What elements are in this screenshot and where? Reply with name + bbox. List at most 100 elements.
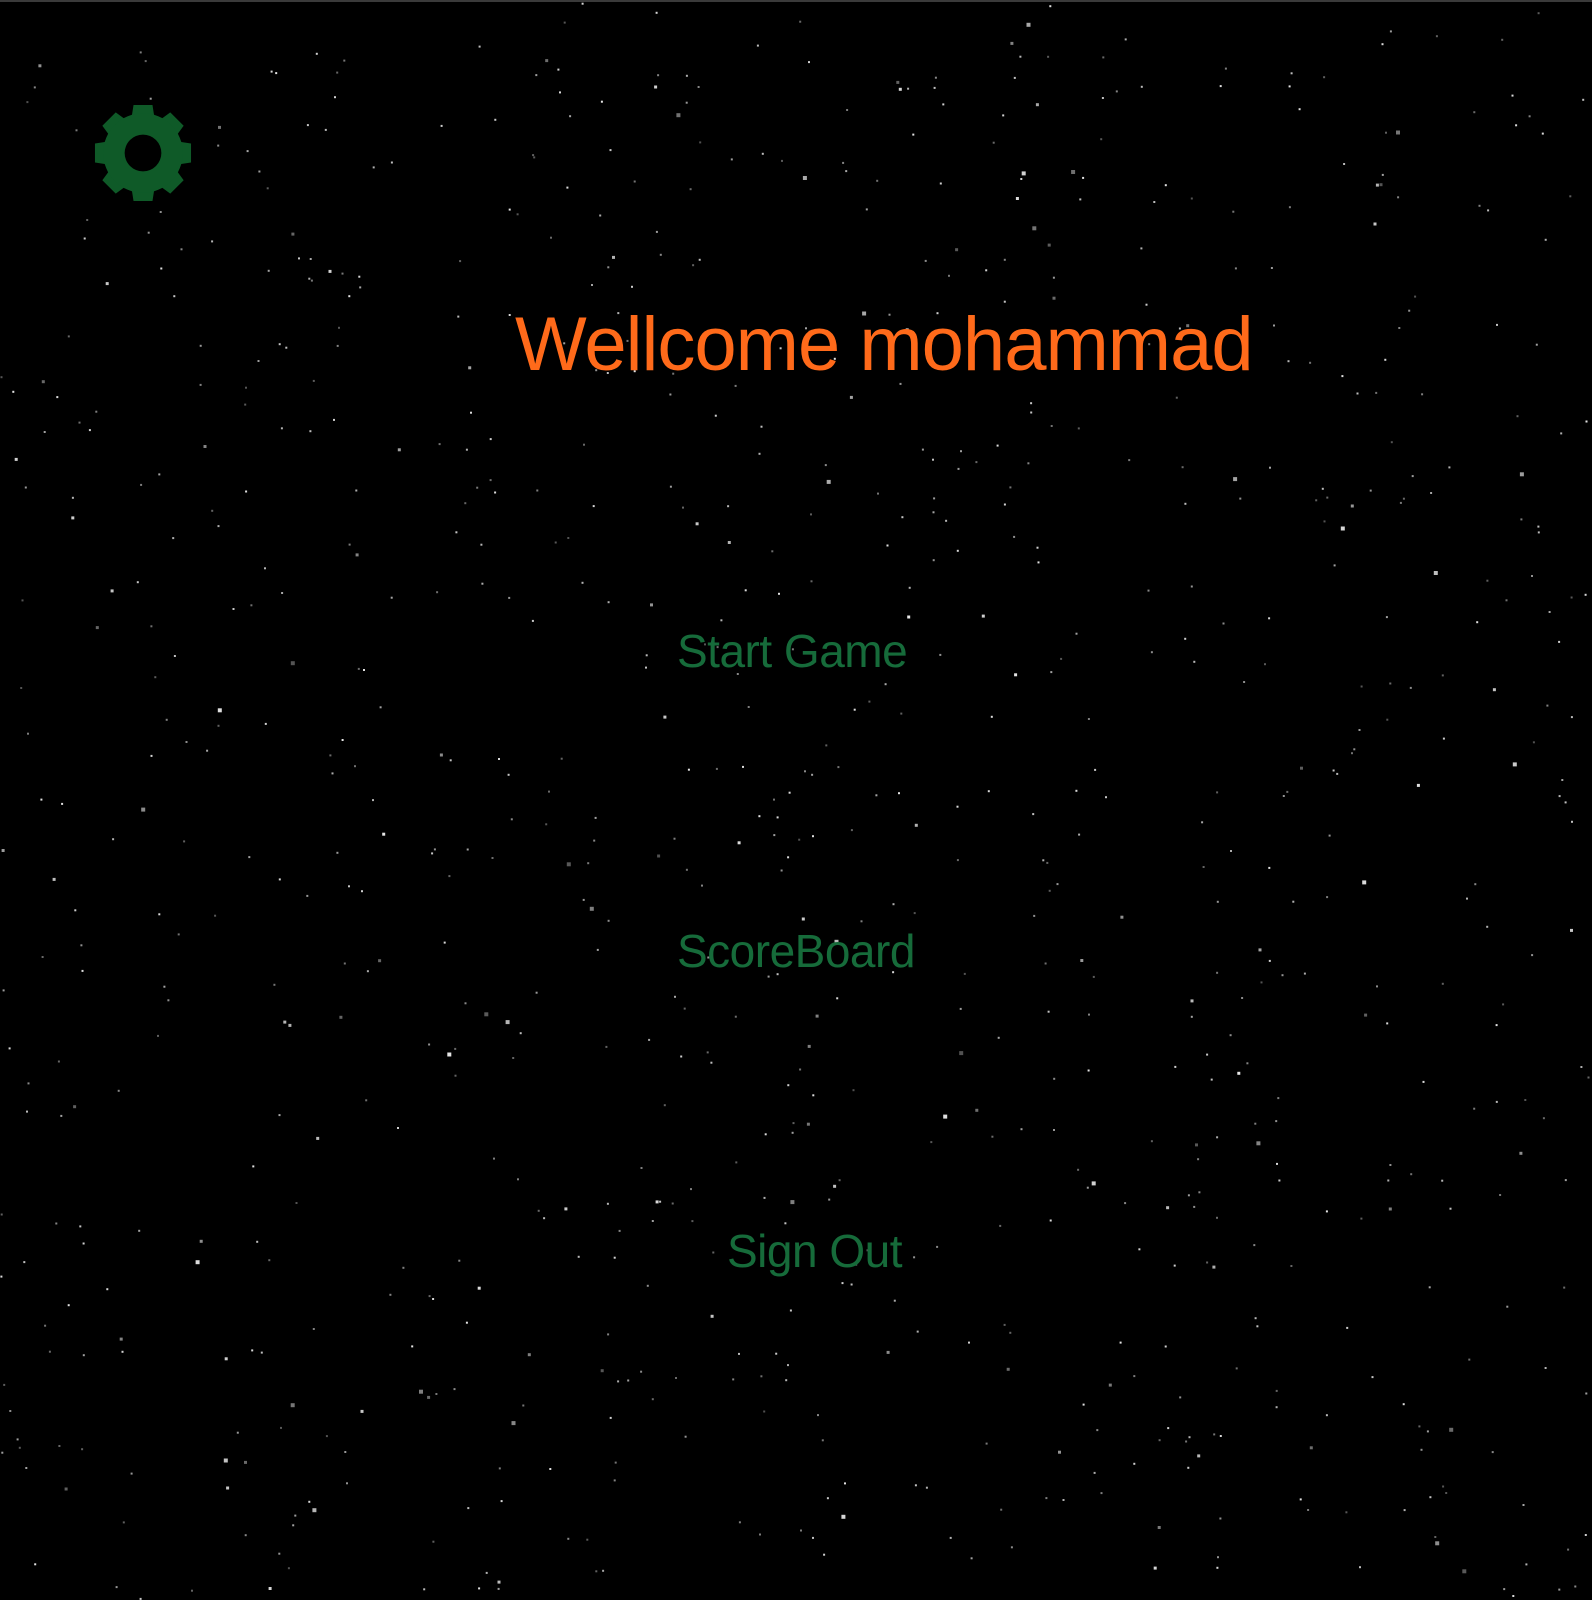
- star: [257, 360, 260, 362]
- star: [211, 240, 214, 243]
- star: [683, 1007, 686, 1010]
- star: [744, 589, 747, 592]
- star: [1309, 361, 1312, 364]
- star: [334, 96, 336, 99]
- star: [787, 856, 790, 859]
- star: [34, 1563, 37, 1566]
- star: [943, 1114, 948, 1119]
- star: [433, 848, 436, 851]
- star: [1512, 762, 1517, 767]
- star: [1094, 768, 1097, 771]
- star: [1561, 779, 1564, 781]
- star: [1360, 1217, 1363, 1220]
- star: [826, 1497, 829, 1500]
- star: [1351, 752, 1353, 755]
- star: [1582, 98, 1585, 101]
- star: [1115, 90, 1118, 93]
- star: [1035, 103, 1039, 107]
- welcome-title: Wellcome mohammad: [515, 302, 1254, 387]
- star: [511, 1421, 516, 1426]
- star: [806, 1122, 810, 1126]
- star: [1569, 195, 1572, 198]
- star: [609, 149, 612, 152]
- scoreboard-button[interactable]: ScoreBoard: [677, 928, 915, 974]
- star: [1190, 585, 1193, 588]
- settings-button[interactable]: [92, 102, 194, 204]
- star: [685, 868, 688, 871]
- star: [185, 741, 188, 743]
- star: [1256, 1141, 1261, 1146]
- star: [654, 85, 658, 89]
- star: [467, 1507, 470, 1510]
- star: [244, 1460, 247, 1464]
- star: [79, 1225, 82, 1228]
- star: [278, 878, 281, 881]
- star: [680, 1055, 683, 1058]
- star: [159, 211, 162, 213]
- star: [596, 948, 599, 951]
- star: [812, 835, 814, 838]
- star: [1268, 617, 1271, 620]
- star: [697, 86, 700, 88]
- star: [1188, 1436, 1191, 1439]
- star: [278, 1552, 281, 1555]
- star: [290, 1403, 295, 1408]
- star: [837, 766, 840, 769]
- start-game-button[interactable]: Start Game: [677, 628, 908, 674]
- star: [291, 232, 295, 236]
- star: [1474, 883, 1477, 886]
- star: [1299, 1498, 1302, 1501]
- star: [1525, 1563, 1528, 1566]
- star: [73, 1105, 77, 1109]
- sign-out-button[interactable]: Sign Out: [727, 1228, 903, 1274]
- star: [1402, 1403, 1405, 1406]
- star: [1246, 1062, 1249, 1065]
- star: [112, 838, 115, 841]
- star: [659, 1200, 662, 1203]
- star: [82, 1354, 85, 1357]
- star: [1325, 1210, 1328, 1213]
- star: [781, 159, 783, 162]
- star: [1506, 1305, 1509, 1308]
- star: [532, 154, 535, 157]
- star: [1002, 114, 1005, 117]
- star: [1105, 796, 1107, 799]
- star: [81, 969, 84, 972]
- star: [1462, 1569, 1467, 1574]
- star: [268, 1259, 271, 1262]
- star: [1096, 1429, 1099, 1432]
- star: [1288, 85, 1291, 88]
- star: [248, 856, 251, 859]
- star: [119, 1337, 123, 1341]
- star: [1062, 1499, 1065, 1501]
- star: [581, 2, 584, 5]
- star: [484, 1012, 489, 1017]
- star: [804, 770, 806, 773]
- star: [1092, 975, 1095, 978]
- star: [1448, 466, 1451, 469]
- star: [1333, 564, 1336, 567]
- star: [1100, 1492, 1103, 1495]
- star: [720, 619, 723, 622]
- star: [706, 1051, 709, 1054]
- star: [1235, 1367, 1238, 1370]
- star: [55, 1222, 58, 1225]
- star: [1292, 900, 1295, 903]
- star: [56, 396, 59, 399]
- star: [1558, 1588, 1561, 1591]
- star: [74, 909, 77, 912]
- star: [348, 295, 351, 298]
- star: [336, 851, 339, 854]
- star: [1036, 546, 1039, 549]
- star: [791, 1131, 794, 1134]
- star: [158, 473, 161, 476]
- star: [9, 1410, 12, 1412]
- star: [195, 1260, 200, 1265]
- star: [516, 213, 519, 216]
- star: [457, 315, 460, 318]
- star: [1193, 660, 1196, 663]
- star: [1216, 1216, 1218, 1219]
- star: [893, 1299, 896, 1302]
- star: [117, 1089, 120, 1092]
- star: [761, 152, 764, 155]
